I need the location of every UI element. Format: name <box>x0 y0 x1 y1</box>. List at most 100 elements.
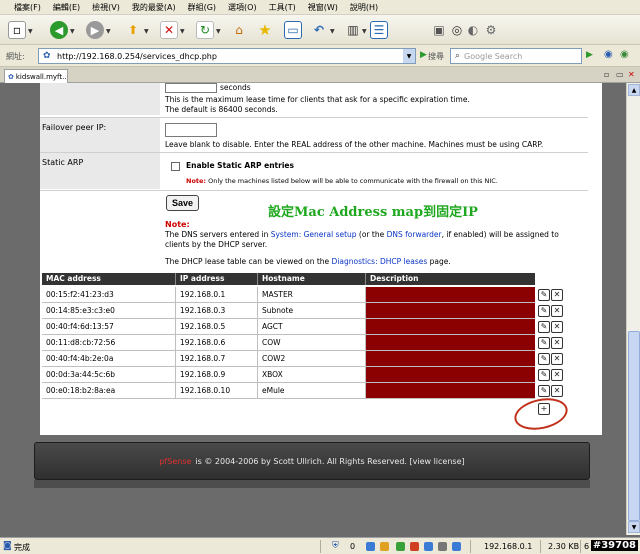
stop-icon[interactable]: ✕ <box>160 21 178 39</box>
forward-icon[interactable]: ▶ <box>86 21 104 39</box>
delete-icon[interactable]: ✕ <box>551 353 563 365</box>
menu-view[interactable]: 檢視(V) <box>92 2 120 13</box>
delete-icon[interactable]: ✕ <box>551 321 563 333</box>
edit-icon[interactable]: ✎ <box>538 385 550 397</box>
lease-unit: seconds <box>220 83 251 92</box>
minimize-icon[interactable]: ▫ <box>604 70 609 79</box>
lease-desc-2: The default is 86400 seconds. <box>165 105 278 114</box>
menu-favorites[interactable]: 我的最愛(A) <box>132 2 176 13</box>
edit-icon[interactable]: ✎ <box>538 353 550 365</box>
edit-icon[interactable]: ✎ <box>538 321 550 333</box>
go-up-icon[interactable]: ⬆ <box>124 21 142 39</box>
scroll-up-icon[interactable]: ▲ <box>628 84 640 96</box>
globe-icon[interactable]: ◉ <box>604 49 613 60</box>
failover-input[interactable] <box>165 123 217 137</box>
menu-group[interactable]: 群組(G) <box>188 2 216 13</box>
status-icon-5[interactable] <box>424 542 433 551</box>
page-done-icon: ◙ <box>3 541 12 551</box>
status-icon-6[interactable] <box>438 542 447 551</box>
refresh-icon[interactable]: ↻ <box>196 21 214 39</box>
menu-window[interactable]: 視窗(W) <box>308 2 338 13</box>
edit-icon[interactable]: ✎ <box>538 369 550 381</box>
footer-brand[interactable]: pfSense <box>159 457 191 466</box>
address-url[interactable]: http://192.168.0.254/services_dhcp.php <box>57 52 217 61</box>
status-icon-2[interactable] <box>380 542 389 551</box>
delete-icon[interactable]: ✕ <box>551 305 563 317</box>
chevron-down-icon[interactable]: ▼ <box>362 28 367 35</box>
chevron-down-icon[interactable]: ▼ <box>403 49 415 63</box>
cell-description <box>366 303 535 318</box>
status-icon-1[interactable] <box>366 542 375 551</box>
tools-icon[interactable]: ⚙ <box>482 21 500 39</box>
cell-hostname: COW2 <box>258 351 366 366</box>
edit-icon[interactable]: ✎ <box>538 305 550 317</box>
chevron-down-icon[interactable]: ▼ <box>180 28 185 35</box>
general-setup-link[interactable]: System: General setup <box>271 230 357 239</box>
max-lease-input[interactable] <box>165 83 217 93</box>
back-icon[interactable]: ◀ <box>50 21 68 39</box>
static-arp-note: Only the machines listed below will be a… <box>208 177 498 185</box>
chevron-down-icon[interactable]: ▼ <box>106 28 111 35</box>
static-arp-note-label: Note: <box>186 177 207 185</box>
scroll-thumb[interactable] <box>628 331 640 521</box>
undo-icon[interactable]: ↶ <box>310 21 328 39</box>
address-bar: 網址: ✿ http://192.168.0.254/services_dhcp… <box>0 45 640 67</box>
columns-icon[interactable]: ▥ <box>344 21 362 39</box>
vertical-scrollbar[interactable]: ▲ ▼ <box>626 83 640 535</box>
restore-icon[interactable]: ▭ <box>616 70 624 79</box>
delete-icon[interactable]: ✕ <box>551 337 563 349</box>
chevron-down-icon[interactable]: ▼ <box>330 28 335 35</box>
chevron-down-icon[interactable]: ▼ <box>144 28 149 35</box>
cell-ip: 192.168.0.1 <box>176 287 258 302</box>
delete-icon[interactable]: ✕ <box>551 385 563 397</box>
status-icon-7[interactable] <box>452 542 461 551</box>
static-arp-checkbox[interactable] <box>171 162 180 171</box>
cell-hostname: MASTER <box>258 287 366 302</box>
tab-active[interactable]: ✿ kidswall.myft... <box>4 69 68 83</box>
cell-ip: 192.168.0.5 <box>176 319 258 334</box>
status-bar: ◙ 完成 ⛨ 0 192.168.0.1 2.30 KB 6 #39708 <box>0 537 640 554</box>
cell-hostname: eMule <box>258 383 366 398</box>
chevron-down-icon[interactable]: ▼ <box>28 28 33 35</box>
cell-mac: 00:14:85:e3:c3:e0 <box>42 303 176 318</box>
extension-icon[interactable]: ▣ <box>430 21 448 39</box>
page-content: seconds This is the maximum lease time f… <box>40 83 602 435</box>
status-icon-3[interactable] <box>396 542 405 551</box>
dns-forwarder-link[interactable]: DNS forwarder <box>387 230 442 239</box>
edit-icon[interactable]: ✎ <box>538 289 550 301</box>
header-ip: IP address <box>176 273 258 285</box>
window-icon[interactable]: ▭ <box>284 21 302 39</box>
menu-edit[interactable]: 編輯(E) <box>53 2 80 13</box>
menu-help[interactable]: 說明(H) <box>350 2 378 13</box>
go-icon[interactable]: ▶ <box>420 50 427 60</box>
scroll-down-icon[interactable]: ▼ <box>628 521 640 533</box>
edit-icon[interactable]: ✎ <box>538 337 550 349</box>
search-input[interactable]: ⌕ Google Search <box>450 48 582 64</box>
save-button[interactable]: Save <box>166 195 199 211</box>
delete-icon[interactable]: ✕ <box>551 289 563 301</box>
chevron-down-icon[interactable]: ▼ <box>216 28 221 35</box>
menu-file[interactable]: 檔案(F) <box>14 2 41 13</box>
cell-ip: 192.168.0.7 <box>176 351 258 366</box>
table-row: 00:e0:18:b2:8a:ea 192.168.0.10 eMule <box>42 383 535 399</box>
cell-description <box>366 367 535 382</box>
address-input[interactable]: ✿ http://192.168.0.254/services_dhcp.php… <box>38 48 416 64</box>
cell-ip: 192.168.0.9 <box>176 367 258 382</box>
home-icon[interactable]: ⌂ <box>230 21 248 39</box>
delete-icon[interactable]: ✕ <box>551 369 563 381</box>
favorites-star-icon[interactable]: ★ <box>256 21 274 39</box>
shield-icon: ⛨ <box>332 541 339 551</box>
status-icon-4[interactable] <box>410 542 419 551</box>
globe-2-icon[interactable]: ◉ <box>620 49 629 60</box>
new-page-icon[interactable]: ▫ <box>8 21 26 39</box>
status-text: 完成 <box>14 543 30 552</box>
menu-tools[interactable]: 工具(T) <box>269 2 296 13</box>
chevron-down-icon[interactable]: ▼ <box>70 28 75 35</box>
server-ip: 192.168.0.1 <box>484 542 533 551</box>
list-icon[interactable]: ☰ <box>370 21 388 39</box>
menu-options[interactable]: 選項(O) <box>228 2 257 13</box>
dhcp-leases-link[interactable]: Diagnostics: DHCP leases <box>332 257 428 266</box>
gadget-icon[interactable]: ◐ <box>464 21 482 39</box>
search-go-icon[interactable]: ▶ <box>586 50 593 60</box>
close-icon[interactable]: ✕ <box>628 70 635 79</box>
